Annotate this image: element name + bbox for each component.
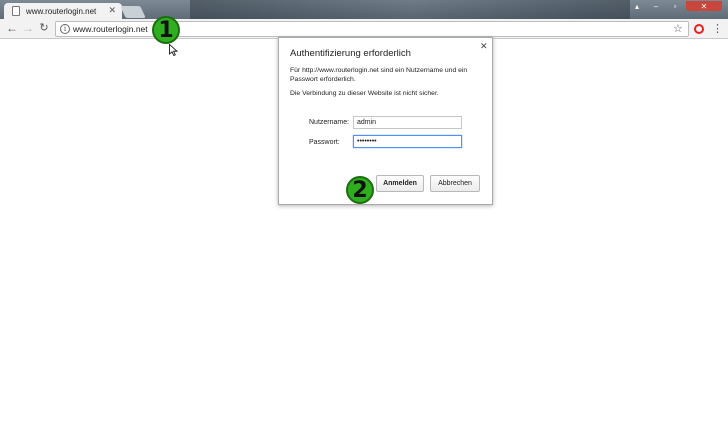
bookmark-star-icon[interactable]: ☆ [673,22,683,35]
address-bar[interactable]: i www.routerlogin.net ☆ [55,21,689,37]
minimize-icon[interactable]: – [648,1,664,11]
toolbar: ← → ↻ i www.routerlogin.net ☆ [0,19,728,39]
tab-routerlogin[interactable]: www.routerlogin.net ✕ [4,3,122,19]
back-arrow-icon[interactable]: ← [5,21,19,35]
cancel-button[interactable]: Abbrechen [430,175,480,192]
window-close-icon[interactable]: ✕ [686,1,722,11]
opera-extension-icon[interactable] [694,24,704,34]
password-label: Passwort: [309,139,340,146]
dialog-warning: Die Verbindung zu dieser Website ist nic… [290,90,439,97]
url-text[interactable]: www.routerlogin.net [73,24,148,34]
tab-title: www.routerlogin.net [26,6,97,16]
login-button[interactable]: Anmelden [376,175,424,192]
password-field[interactable]: •••••••• [353,135,462,148]
dialog-title: Authentifizierung erforderlich [290,48,411,59]
dialog-close-icon[interactable]: ✕ [480,41,488,52]
user-icon[interactable]: ▴ [630,1,644,11]
step-2-badge: 2 [346,176,374,204]
title-bar: www.routerlogin.net ✕ ▴ – ▫ ✕ [0,0,728,19]
reload-icon[interactable]: ↻ [37,21,51,35]
new-tab-button[interactable] [120,6,146,18]
dialog-message: Für http://www.routerlogin.net sind ein … [290,67,468,83]
maximize-icon[interactable]: ▫ [667,1,683,11]
step-1-badge: 1 [152,16,180,44]
menu-icon[interactable]: ⋮ [712,22,723,36]
cursor-icon [169,44,179,56]
auth-dialog: Authentifizierung erforderlich ✕ Für htt… [278,37,493,205]
forward-arrow-icon[interactable]: → [21,21,35,35]
info-icon[interactable]: i [60,24,70,34]
close-tab-icon[interactable]: ✕ [108,5,116,16]
page-icon [12,6,20,16]
username-field[interactable]: admin [353,116,462,129]
username-label: Nutzername: [309,119,350,126]
